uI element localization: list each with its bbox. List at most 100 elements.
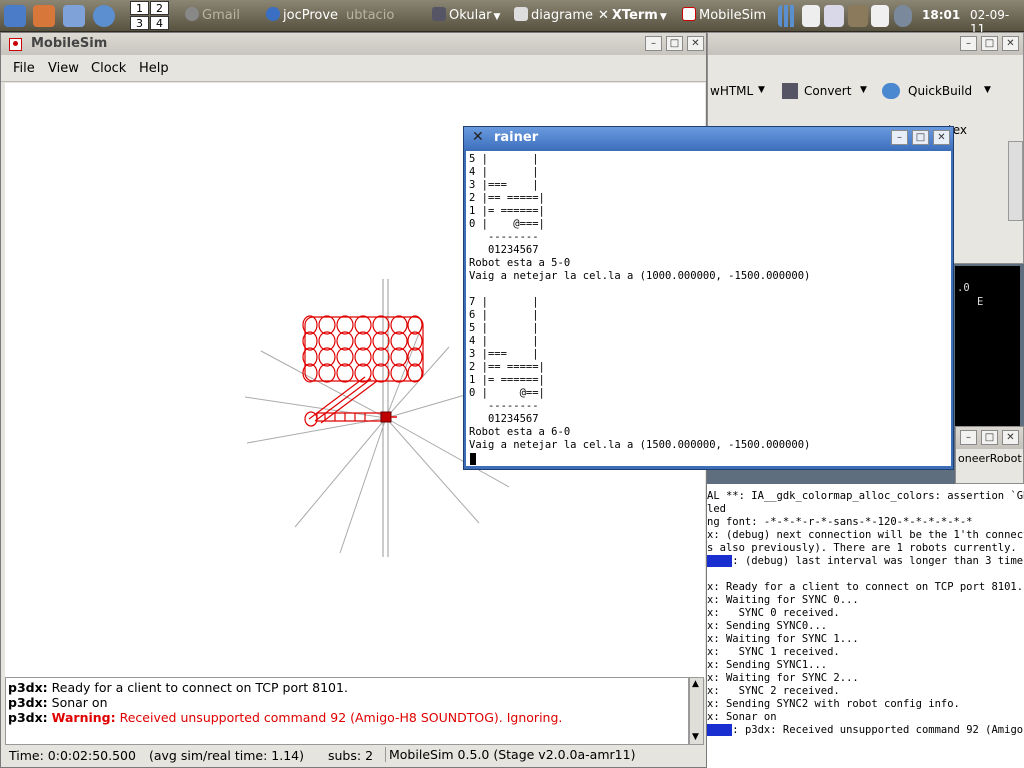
close-button[interactable]: ✕ [1002,36,1019,51]
toolbar-whtml[interactable]: wHTML [710,84,753,98]
editor-toolbar: wHTML ▼ Convert ▼ QuickBuild ▼ [708,77,1023,105]
toolbar-convert[interactable]: Convert [804,84,851,98]
terminal-title-bar: – □ ✕ [956,427,1023,449]
desktop-pager[interactable]: 1 2 3 4 [130,1,170,31]
task-mobilesim[interactable]: MobileSim [682,6,772,26]
log-panel[interactable]: p3dx: Ready for a client to connect on T… [5,677,689,745]
mail-icon[interactable] [824,5,844,27]
xterm-line: Vaig a netejar la cel.la a (1500.000000,… [469,439,811,451]
kde-menu-icon[interactable] [4,5,26,27]
desktop-2[interactable]: 2 [150,1,169,15]
xterm-line: 0 | @===| [469,218,545,230]
xterm-lines: 5 | | 4 | | 3 |=== | 2 |== =====| 1 |= =====… [469,153,810,452]
terminal-line: x: SYNC 1 received. [707,646,840,658]
xterm-output[interactable]: 5 | | 4 | | 3 |=== | 2 |== =====| 1 |= =====… [466,151,951,466]
log-robot: p3dx: [8,710,48,725]
terminal-line: x: Waiting for SYNC 2... [707,672,859,684]
task-jocprove[interactable]: jocProve [266,6,346,26]
chevron-down-icon: ▼ [659,12,667,22]
maximize-button[interactable]: □ [981,430,998,445]
user-icon[interactable] [894,5,912,27]
status-version: MobileSim 0.5.0 (Stage v2.0.0a-amr11) [385,747,635,762]
tools-icon[interactable] [848,5,868,27]
maximize-button[interactable]: □ [666,36,683,51]
dark-terminal-pane: .0 E [955,266,1020,426]
scroll-down-icon[interactable]: ▼ [692,732,699,742]
task-xterm[interactable]: ✕ XTerm ▼ [598,6,676,26]
xterm-line: 1 |= ======| [469,205,545,217]
xterm-line: 2 |== =====| [469,361,545,373]
document-icon [514,7,528,21]
home-icon[interactable] [33,5,55,27]
status-bar: Time: 0:0:02:50.500 (avg sim/real time: … [5,746,705,766]
xterm-line: 2 |== =====| [469,192,545,204]
minimize-button[interactable]: – [891,130,908,145]
minimize-button[interactable]: – [960,430,977,445]
gmail-icon [185,7,199,21]
terminal-line: XXXX: (debug) last interval was longer t… [707,555,1024,567]
scroll-up-icon[interactable]: ▲ [692,679,699,689]
keyboard-layout-icon[interactable] [802,5,820,27]
toolbar-quickbuild[interactable]: QuickBuild [908,84,972,98]
terminal-line: ng font: -*-*-*-r-*-sans-*-120-*-*-*-*-*… [707,516,973,528]
task-gmail[interactable]: Gmail [185,6,260,26]
task-ubtacio[interactable]: ubtacio [346,6,426,26]
text-cursor [470,453,476,465]
xterm-line: 6 | | [469,309,539,321]
terminal-fragment: E [977,296,984,308]
desktop-3[interactable]: 3 [130,16,149,30]
terminal-line: x: SYNC 0 received. [707,607,840,619]
taskbar: 1 2 3 4 Gmail jocProve ubtacio Okular ▼ d… [0,0,1024,36]
task-okular[interactable]: Okular ▼ [432,6,512,26]
menu-help[interactable]: Help [139,61,169,76]
title-bar[interactable]: MobileSim – □ ✕ [1,33,706,55]
xterm-line: 01234567 [469,244,539,256]
window-title: rainer [494,130,539,145]
maximize-button[interactable]: □ [912,130,929,145]
browser-icon[interactable] [93,5,115,27]
xterm-title-bar[interactable]: ✕ rainer – □ ✕ [464,127,953,149]
menu-clock[interactable]: Clock [91,61,126,76]
xterm-line: 4 | | [469,335,539,347]
terminal-line: AL **: IA__gdk_colormap_alloc_colors: as… [707,490,1024,502]
terminal-line: x: Waiting for SYNC 0... [707,594,859,606]
mobilesim-icon [9,38,22,51]
log-line: p3dx: Sonar on [8,695,108,710]
calendar-icon[interactable] [871,5,889,27]
log-robot: p3dx: [8,695,48,710]
terminal-line: x: (debug) next connection will be the 1… [707,529,1024,541]
konqueror-icon [266,7,280,21]
network-signal-icon[interactable] [778,5,798,27]
quickbuild-icon [882,83,900,99]
x-icon: ✕ [472,129,484,145]
close-button[interactable]: ✕ [1002,430,1019,445]
window-title: MobileSim [31,36,108,51]
menu-view[interactable]: View [48,61,79,76]
xterm-line: 5 | | [469,322,539,334]
terminal-line: x: Sending SYNC1... [707,659,828,671]
settings-icon[interactable] [63,5,85,27]
terminal-lines: AL **: IA__gdk_colormap_alloc_colors: as… [707,490,1024,737]
minimize-button[interactable]: – [960,36,977,51]
log-scrollbar[interactable]: ▲ ▼ [689,677,704,745]
task-diagrame[interactable]: diagrame [514,6,594,26]
desktop-4[interactable]: 4 [150,16,169,30]
robot-marker[interactable] [380,411,397,423]
close-button[interactable]: ✕ [933,130,950,145]
mobilesim-icon [682,7,696,21]
close-button[interactable]: ✕ [687,36,704,51]
chevron-down-icon: ▼ [493,12,501,22]
editor-content [1008,141,1023,221]
desktop-1[interactable]: 1 [130,1,149,15]
xterm-line: 7 | | [469,296,539,308]
minimize-button[interactable]: – [645,36,662,51]
terminal-line: x: SYNC 2 received. [707,685,840,697]
xterm-line [469,283,810,296]
chevron-down-icon[interactable]: ▼ [860,85,867,95]
maximize-button[interactable]: □ [981,36,998,51]
chevron-down-icon[interactable]: ▼ [758,85,765,95]
terminal-tab-label[interactable]: oneerRobot [958,452,1022,465]
menu-file[interactable]: File [13,61,35,76]
clock[interactable]: 18:01 [922,8,960,22]
chevron-down-icon[interactable]: ▼ [984,85,991,95]
